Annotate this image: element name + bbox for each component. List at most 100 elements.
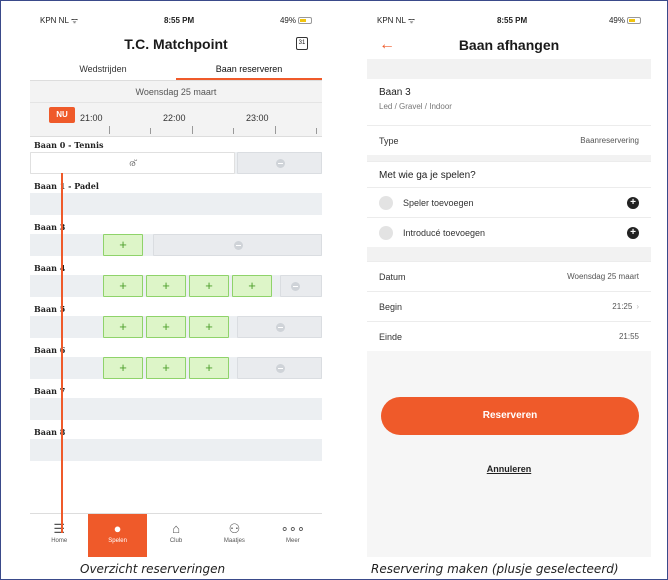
nav-label: Maatjes bbox=[223, 538, 245, 544]
court-label: Baan 7 bbox=[34, 386, 66, 396]
page-title: T.C. Matchpoint bbox=[124, 36, 228, 52]
add-player-row[interactable]: Speler toevoegen + bbox=[367, 187, 651, 217]
nav-label: Spelen bbox=[108, 538, 127, 544]
add-slot-button[interactable]: + bbox=[103, 316, 143, 338]
page-title: Baan afhangen bbox=[458, 37, 560, 53]
add-slot-button[interactable]: + bbox=[103, 357, 143, 379]
begin-value: 21:25 › bbox=[612, 302, 639, 311]
house-icon: ⌂ bbox=[172, 521, 180, 536]
court-label: Baan 0 - Tennis bbox=[34, 140, 104, 150]
time-tick bbox=[275, 126, 276, 134]
court-list: Baan 0 - Tennis ര് Baan 1 - Padel Baan 3… bbox=[30, 138, 322, 461]
reserved-slot[interactable]: ര് bbox=[30, 152, 235, 174]
add-slot-button[interactable]: + bbox=[189, 357, 229, 379]
chevron-right-icon: › bbox=[636, 302, 639, 311]
app-header: T.C. Matchpoint 31 bbox=[30, 31, 322, 57]
people-icon: ⚇ bbox=[228, 521, 241, 536]
add-slot-button[interactable]: + bbox=[103, 275, 143, 297]
time-label: 23:00 bbox=[246, 113, 269, 123]
end-value: 21:55 bbox=[618, 332, 639, 341]
end-row: Einde 21:55 bbox=[367, 321, 651, 351]
now-marker: NU bbox=[49, 107, 75, 123]
battery: 49% bbox=[280, 16, 312, 25]
right-caption: Reservering maken (plusje geselecteerd) bbox=[371, 562, 619, 576]
status-bar: KPN NL ᯤ 8:55 PM 49% bbox=[367, 9, 651, 31]
time-label: 21:00 bbox=[80, 113, 103, 123]
type-label: Type bbox=[379, 135, 399, 146]
add-player-label: Speler toevoegen bbox=[403, 197, 474, 208]
add-slot-button[interactable]: + bbox=[103, 234, 143, 256]
add-slot-button[interactable]: + bbox=[189, 316, 229, 338]
time-tick bbox=[150, 128, 151, 134]
date-value: Woensdag 25 maart bbox=[567, 272, 639, 281]
back-arrow-icon[interactable]: ← bbox=[379, 31, 395, 59]
nav-spelen[interactable]: ● Spelen bbox=[88, 514, 147, 557]
court-row: + + + + bbox=[30, 275, 322, 297]
court-label: Baan 6 bbox=[34, 345, 66, 355]
calendar-icon[interactable]: 31 bbox=[296, 37, 308, 50]
spacer bbox=[367, 59, 651, 79]
add-intro-label: Introducé toevoegen bbox=[403, 227, 486, 238]
begin-row[interactable]: Begin 21:25 › bbox=[367, 291, 651, 321]
end-label: Einde bbox=[379, 331, 403, 342]
add-slot-button[interactable]: + bbox=[146, 316, 186, 338]
more-icon: ∘∘∘ bbox=[280, 521, 306, 536]
blocked-slot bbox=[237, 152, 322, 174]
nav-meer[interactable]: ∘∘∘ Meer bbox=[264, 514, 322, 557]
court-row bbox=[30, 398, 322, 420]
nav-label: Home bbox=[51, 538, 68, 544]
court-row: + + + bbox=[30, 357, 322, 379]
court-row: ര് bbox=[30, 152, 322, 174]
clock: 8:55 PM bbox=[496, 15, 528, 25]
avatar bbox=[379, 195, 393, 210]
time-tick bbox=[192, 126, 193, 134]
court-label: Baan 5 bbox=[34, 304, 66, 314]
nav-label: Meer bbox=[285, 538, 300, 544]
battery-icon bbox=[297, 16, 312, 24]
nav-home[interactable]: ☰ Home bbox=[30, 514, 88, 557]
blocked-slot bbox=[153, 234, 322, 256]
add-slot-button[interactable]: + bbox=[146, 357, 186, 379]
battery-icon bbox=[626, 16, 641, 24]
blocked-icon bbox=[276, 323, 285, 332]
plus-icon[interactable]: + bbox=[627, 196, 639, 209]
carrier: KPN NL ᯤ bbox=[40, 15, 79, 25]
blocked-icon bbox=[276, 159, 285, 168]
blocked-slot bbox=[237, 316, 322, 338]
tab-baan-reserveren[interactable]: Baan reserveren bbox=[176, 57, 322, 80]
tab-wedstrijden[interactable]: Wedstrijden bbox=[30, 57, 176, 80]
nav-club[interactable]: ⌂ Club bbox=[147, 514, 205, 557]
clock: 8:55 PM bbox=[163, 15, 195, 25]
time-axis: NU 21:00 22:00 23:00 bbox=[30, 103, 322, 137]
reserve-button[interactable]: Reserveren bbox=[381, 397, 639, 435]
blocked-icon bbox=[234, 241, 243, 250]
add-slot-button[interactable]: + bbox=[146, 275, 186, 297]
add-intro-row[interactable]: Introducé toevoegen + bbox=[367, 217, 651, 247]
add-slot-button[interactable]: + bbox=[232, 275, 272, 297]
date-row: Datum Woensdag 25 maart bbox=[367, 261, 651, 291]
battery: 49% bbox=[609, 16, 641, 25]
players-heading: Met wie ga je spelen? bbox=[367, 161, 651, 187]
spacer bbox=[367, 247, 651, 261]
time-tick bbox=[316, 128, 317, 134]
blocked-slot bbox=[237, 357, 322, 379]
cancel-link[interactable]: Annuleren bbox=[367, 464, 651, 474]
carrier: KPN NL ᯤ bbox=[377, 15, 416, 25]
court-details: Led / Gravel / Indoor bbox=[379, 102, 452, 111]
add-slot-button[interactable]: + bbox=[189, 275, 229, 297]
court-label: Baan 8 bbox=[34, 427, 66, 437]
date-selector[interactable]: Woensdag 25 maart bbox=[30, 81, 322, 103]
plus-icon[interactable]: + bbox=[627, 226, 639, 239]
nav-maatjes[interactable]: ⚇ Maatjes bbox=[205, 514, 263, 557]
bottom-navigation: ☰ Home ● Spelen ⌂ Club ⚇ Maatjes ∘∘∘ Meer bbox=[30, 513, 322, 557]
blocked-icon bbox=[276, 364, 285, 373]
court-name: Baan 3 bbox=[379, 87, 411, 98]
type-value: Baanreservering bbox=[580, 136, 639, 145]
court-label: Baan 4 bbox=[34, 263, 66, 273]
court-info: Baan 3 Led / Gravel / Indoor bbox=[367, 79, 651, 125]
reservations-overview-screen: KPN NL ᯤ 8:55 PM 49% T.C. Matchpoint 31 … bbox=[30, 9, 322, 557]
nav-label: Club bbox=[169, 538, 183, 544]
court-label: Baan 1 - Padel bbox=[34, 181, 99, 191]
court-row: + + + bbox=[30, 316, 322, 338]
now-line bbox=[61, 173, 63, 533]
